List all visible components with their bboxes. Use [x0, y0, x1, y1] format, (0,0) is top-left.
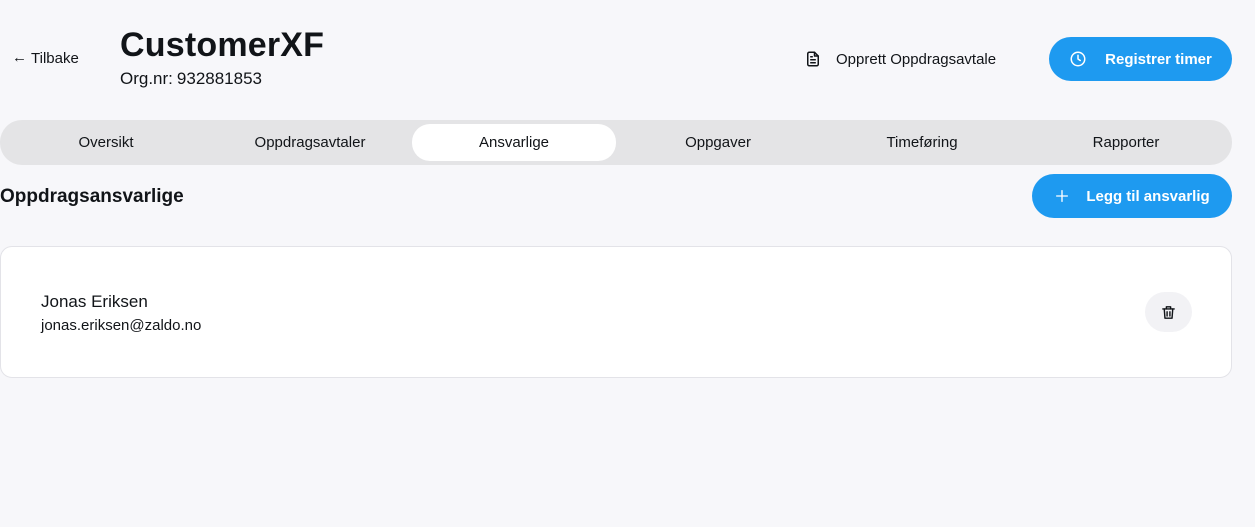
tab-bar: Oversikt Oppdragsavtaler Ansvarlige Oppg…	[0, 120, 1232, 165]
add-responsible-button[interactable]: Legg til ansvarlig	[1032, 174, 1232, 218]
delete-responsible-button[interactable]	[1145, 292, 1192, 332]
tab-rapporter[interactable]: Rapporter	[1024, 124, 1228, 161]
document-icon	[804, 50, 822, 68]
tab-timeforing[interactable]: Timeføring	[820, 124, 1024, 161]
create-agreement-button[interactable]: Opprett Oppdragsavtale	[804, 46, 996, 72]
create-agreement-label: Opprett Oppdragsavtale	[836, 50, 997, 68]
responsible-name: Jonas Eriksen	[41, 292, 148, 311]
org-number: Org.nr: 932881853	[120, 68, 324, 90]
clock-icon	[1069, 50, 1087, 68]
tab-oversikt[interactable]: Oversikt	[4, 124, 208, 161]
register-hours-button[interactable]: Registrer timer	[1049, 37, 1232, 81]
register-hours-label: Registrer timer	[1105, 50, 1212, 68]
tab-oppdragsavtaler[interactable]: Oppdragsavtaler	[208, 124, 412, 161]
add-responsible-label: Legg til ansvarlig	[1086, 187, 1210, 205]
tab-oppgaver[interactable]: Oppgaver	[616, 124, 820, 161]
back-link[interactable]: ← Tilbake	[12, 48, 79, 68]
arrow-left-icon: ←	[12, 49, 27, 66]
org-number-value: 932881853	[176, 69, 262, 88]
page-title: CustomerXF	[120, 26, 325, 64]
tab-ansvarlige[interactable]: Ansvarlige	[412, 124, 616, 161]
customer-page: ← Tilbake CustomerXF Org.nr: 932881853 Op…	[0, 0, 1255, 527]
responsible-card: Jonas Eriksen jonas.eriksen@zaldo.no	[0, 246, 1232, 378]
trash-icon	[1160, 304, 1177, 321]
org-number-label: Org.nr:	[120, 69, 173, 88]
responsible-email: jonas.eriksen@zaldo.no	[41, 317, 202, 334]
back-label: Tilbake	[31, 49, 79, 67]
section-title: Oppdragsansvarlige	[0, 186, 184, 207]
plus-icon	[1054, 188, 1070, 204]
customer-title-block: CustomerXF Org.nr: 932881853	[120, 24, 324, 90]
